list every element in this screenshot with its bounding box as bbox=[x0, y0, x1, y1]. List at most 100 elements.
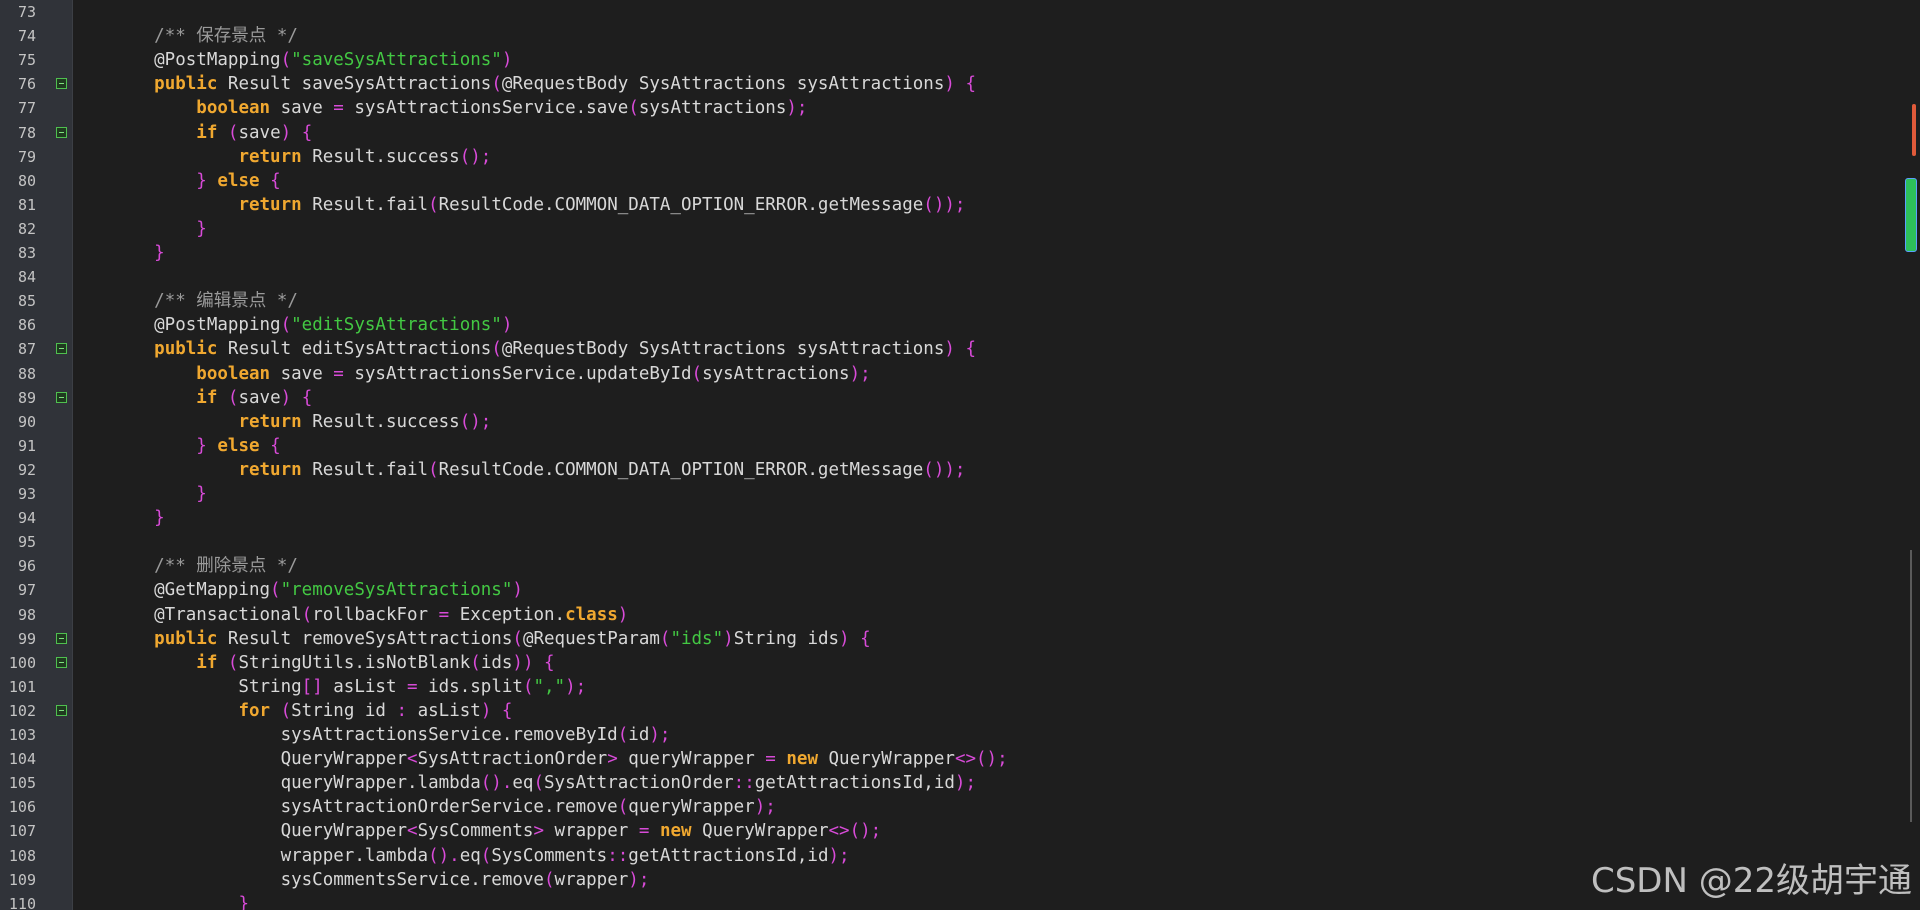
code-text[interactable]: for (String id : asList) { bbox=[112, 699, 512, 723]
code-token: (). bbox=[428, 845, 460, 866]
code-text[interactable]: } bbox=[112, 892, 249, 910]
code-text[interactable]: /** 保存景点 */ bbox=[112, 24, 298, 48]
code-token: SysAttractionOrder bbox=[544, 773, 734, 794]
code-text[interactable]: String[] asList = ids.split(","); bbox=[112, 675, 586, 699]
code-text[interactable]: } bbox=[112, 482, 207, 506]
code-line[interactable]: 89 if (save) { bbox=[0, 386, 1920, 410]
code-text[interactable]: QueryWrapper<SysComments> wrapper = new … bbox=[112, 819, 882, 843]
code-line[interactable]: 92 return Result.fail(ResultCode.COMMON_… bbox=[0, 458, 1920, 482]
scrollbar-thumb[interactable] bbox=[1905, 178, 1917, 252]
fold-collapse-icon[interactable] bbox=[56, 78, 67, 90]
code-text[interactable]: return Result.success(); bbox=[112, 145, 491, 169]
code-text[interactable]: @PostMapping("saveSysAttractions") bbox=[112, 48, 512, 72]
code-text[interactable]: public Result removeSysAttractions(@Requ… bbox=[112, 627, 871, 651]
code-line[interactable]: 97 @GetMapping("removeSysAttractions") bbox=[0, 578, 1920, 602]
code-line[interactable]: 105 queryWrapper.lambda().eq(SysAttracti… bbox=[0, 771, 1920, 795]
code-token: "ids" bbox=[670, 628, 724, 649]
code-text[interactable]: } bbox=[112, 241, 165, 265]
code-text[interactable]: sysAttractionOrderService.remove(queryWr… bbox=[112, 795, 776, 819]
code-line[interactable]: 99 public Result removeSysAttractions(@R… bbox=[0, 627, 1920, 651]
code-token: Result.fail bbox=[301, 459, 429, 480]
code-line[interactable]: 90 return Result.success(); bbox=[0, 410, 1920, 434]
code-token: ); bbox=[828, 845, 850, 866]
code-token: ( bbox=[491, 74, 502, 95]
code-text[interactable]: } bbox=[112, 217, 207, 241]
code-line[interactable]: 87 public Result editSysAttractions(@Req… bbox=[0, 337, 1920, 361]
code-text[interactable]: if (StringUtils.isNotBlank(ids)) { bbox=[112, 651, 554, 675]
code-text[interactable]: QueryWrapper<SysAttractionOrder> queryWr… bbox=[112, 747, 1008, 771]
code-line[interactable]: 81 return Result.fail(ResultCode.COMMON_… bbox=[0, 193, 1920, 217]
code-line[interactable]: 85 /** 编辑景点 */ bbox=[0, 289, 1920, 313]
code-text[interactable]: return Result.fail(ResultCode.COMMON_DAT… bbox=[112, 193, 965, 217]
code-line[interactable]: 93 } bbox=[0, 482, 1920, 506]
code-line[interactable]: 103 sysAttractionsService.removeById(id)… bbox=[0, 723, 1920, 747]
fold-collapse-icon[interactable] bbox=[56, 656, 67, 668]
code-line[interactable]: 106 sysAttractionOrderService.remove(que… bbox=[0, 795, 1920, 819]
code-line[interactable]: 79 return Result.success(); bbox=[0, 145, 1920, 169]
code-line[interactable]: 86 @PostMapping("editSysAttractions") bbox=[0, 313, 1920, 337]
code-line[interactable]: 98 @Transactional(rollbackFor = Exceptio… bbox=[0, 603, 1920, 627]
fold-collapse-icon[interactable] bbox=[56, 704, 67, 716]
code-line[interactable]: 82 } bbox=[0, 217, 1920, 241]
code-line[interactable]: 78 if (save) { bbox=[0, 121, 1920, 145]
code-text[interactable]: sysCommentsService.remove(wrapper); bbox=[112, 868, 650, 892]
code-line[interactable]: 73 bbox=[0, 0, 1920, 24]
code-token: asList bbox=[407, 700, 481, 721]
fold-collapse-icon[interactable] bbox=[56, 391, 67, 403]
code-text[interactable]: @GetMapping("removeSysAttractions") bbox=[112, 578, 523, 602]
code-text[interactable]: @Transactional(rollbackFor = Exception.c… bbox=[112, 603, 628, 627]
fold-collapse-icon[interactable] bbox=[56, 343, 67, 355]
code-text[interactable]: @PostMapping("editSysAttractions") bbox=[112, 313, 512, 337]
code-line[interactable]: 74 /** 保存景点 */ bbox=[0, 24, 1920, 48]
code-text[interactable]: wrapper.lambda().eq(SysComments::getAttr… bbox=[112, 844, 850, 868]
code-text[interactable]: } else { bbox=[112, 169, 280, 193]
line-number: 92 bbox=[17, 460, 36, 479]
code-text[interactable]: } bbox=[112, 506, 165, 530]
code-line[interactable]: 75 @PostMapping("saveSysAttractions") bbox=[0, 48, 1920, 72]
code-line[interactable]: 101 String[] asList = ids.split(","); bbox=[0, 675, 1920, 699]
code-text[interactable]: queryWrapper.lambda().eq(SysAttractionOr… bbox=[112, 771, 976, 795]
code-line[interactable]: 77 boolean save = sysAttractionsService.… bbox=[0, 96, 1920, 120]
code-text[interactable]: sysAttractionsService.removeById(id); bbox=[112, 723, 671, 747]
code-line[interactable]: 96 /** 删除景点 */ bbox=[0, 554, 1920, 578]
line-number: 80 bbox=[17, 171, 36, 190]
vertical-scrollbar[interactable] bbox=[1904, 0, 1920, 910]
code-line[interactable]: 76 public Result saveSysAttractions(@Req… bbox=[0, 72, 1920, 96]
code-token: @RequestBody SysAttractions sysAttractio… bbox=[501, 74, 945, 95]
code-line[interactable]: 102 for (String id : asList) { bbox=[0, 699, 1920, 723]
code-token: <>(); bbox=[954, 749, 1008, 770]
code-token: class bbox=[565, 604, 618, 625]
code-text[interactable]: boolean save = sysAttractionsService.upd… bbox=[112, 362, 870, 386]
fold-collapse-icon[interactable] bbox=[56, 632, 67, 644]
code-line[interactable]: 88 boolean save = sysAttractionsService.… bbox=[0, 362, 1920, 386]
code-line[interactable]: 84 bbox=[0, 265, 1920, 289]
code-text[interactable]: boolean save = sysAttractionsService.sav… bbox=[112, 96, 807, 120]
code-line[interactable]: 107 QueryWrapper<SysComments> wrapper = … bbox=[0, 819, 1920, 843]
code-text[interactable]: if (save) { bbox=[112, 386, 312, 410]
code-text[interactable]: return Result.fail(ResultCode.COMMON_DAT… bbox=[112, 458, 965, 482]
code-text[interactable]: /** 删除景点 */ bbox=[112, 554, 298, 578]
code-line[interactable]: 94 } bbox=[0, 506, 1920, 530]
code-token: eq bbox=[512, 773, 534, 794]
code-text[interactable]: if (save) { bbox=[112, 121, 312, 145]
code-text[interactable]: } else { bbox=[112, 434, 280, 458]
fold-collapse-icon[interactable] bbox=[56, 126, 67, 138]
code-line[interactable]: 83 } bbox=[0, 241, 1920, 265]
code-token: } bbox=[196, 170, 207, 191]
code-token: save bbox=[238, 122, 281, 143]
code-editor[interactable]: 73 74 /** 保存景点 */75 @PostMapping("saveSys… bbox=[0, 0, 1920, 910]
code-token: @RequestParam bbox=[522, 628, 660, 649]
code-line[interactable]: 91 } else { bbox=[0, 434, 1920, 458]
code-line[interactable]: 95 bbox=[0, 530, 1920, 554]
code-text[interactable]: /** 编辑景点 */ bbox=[112, 289, 298, 313]
code-text[interactable]: return Result.success(); bbox=[112, 410, 491, 434]
code-token: id bbox=[628, 725, 650, 745]
code-text[interactable]: public Result editSysAttractions(@Reques… bbox=[112, 337, 976, 361]
code-line[interactable]: 100 if (StringUtils.isNotBlank(ids)) { bbox=[0, 651, 1920, 675]
code-line[interactable]: 80 } else { bbox=[0, 169, 1920, 193]
code-line[interactable]: 104 QueryWrapper<SysAttractionOrder> que… bbox=[0, 747, 1920, 771]
code-text[interactable]: public Result saveSysAttractions(@Reques… bbox=[112, 72, 976, 96]
